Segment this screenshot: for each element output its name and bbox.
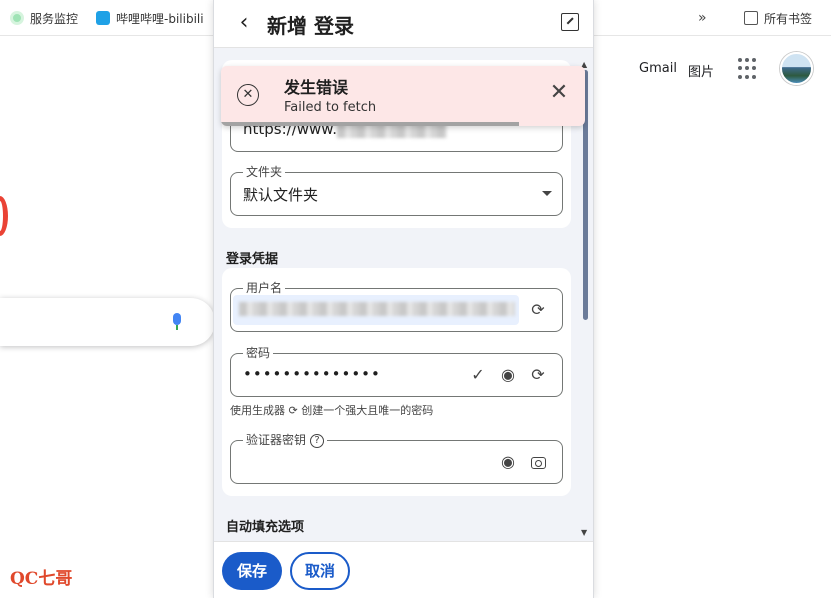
- bilibili-icon: [96, 11, 110, 25]
- images-link[interactable]: 图片: [688, 61, 714, 80]
- toast-progress-bar: [221, 122, 520, 126]
- generate-username-icon[interactable]: ⟳: [528, 300, 548, 320]
- chevron-double-right-icon: »: [698, 10, 707, 26]
- search-box[interactable]: [0, 298, 215, 346]
- bookmark-label: 哔哩哔哩-bilibili: [116, 11, 204, 26]
- toggle-visibility-icon[interactable]: ◉: [498, 365, 518, 385]
- toast-message: Failed to fetch: [284, 100, 377, 115]
- gmail-link[interactable]: Gmail: [639, 61, 677, 76]
- watermark: QC七哥: [10, 569, 73, 589]
- popup-footer: 保存 取消: [214, 541, 593, 598]
- toggle-visibility-icon[interactable]: ◉: [498, 452, 518, 472]
- bookmarks-overflow-button[interactable]: »: [698, 8, 707, 28]
- folder-label: 所有书签: [764, 11, 813, 26]
- page-title: 新增 登录: [267, 14, 354, 38]
- camera-scan-icon[interactable]: [528, 452, 548, 472]
- password-field-label: 密码: [243, 345, 274, 361]
- username-field-label: 用户名: [243, 280, 286, 296]
- back-button[interactable]: ‹: [230, 10, 258, 38]
- save-button[interactable]: 保存: [222, 552, 282, 590]
- check-password-icon[interactable]: ✓: [468, 365, 488, 385]
- folder-select[interactable]: 文件夹 默认文件夹: [230, 164, 563, 216]
- help-icon[interactable]: ?: [310, 433, 325, 448]
- popup-header: ‹ 新增 登录: [214, 0, 593, 48]
- folder-field-label: 文件夹: [243, 164, 286, 180]
- all-bookmarks-folder[interactable]: 所有书签: [744, 8, 812, 28]
- apps-grid-icon[interactable]: [738, 58, 760, 80]
- bookmark-label: 服务监控: [30, 11, 79, 26]
- scroll-down-arrow-icon[interactable]: ▼: [581, 528, 587, 537]
- google-logo-fragment: [0, 196, 8, 236]
- folder-icon: [744, 11, 758, 25]
- totp-field-label: 验证器密钥?: [243, 432, 328, 448]
- cancel-button[interactable]: 取消: [290, 552, 350, 590]
- avatar[interactable]: [780, 52, 813, 85]
- autofill-section-heading: 自动填充选项: [226, 520, 305, 535]
- dropdown-arrow-icon: [542, 191, 552, 196]
- chevron-left-icon: ‹: [239, 10, 249, 35]
- password-field[interactable]: 密码 •••••••••••••• ✓ ◉ ⟳: [230, 345, 563, 397]
- popout-window-icon[interactable]: [561, 13, 579, 31]
- close-icon[interactable]: ✕: [547, 82, 571, 106]
- error-circle-x-icon: ✕: [237, 84, 259, 106]
- password-value: ••••••••••••••: [243, 365, 381, 383]
- folder-value: 默认文件夹: [243, 186, 319, 204]
- totp-field[interactable]: 验证器密钥? ◉: [230, 432, 563, 484]
- username-field[interactable]: 用户名 ⟳: [230, 280, 563, 332]
- credentials-section-heading: 登录凭据: [226, 252, 279, 267]
- redacted-username: [239, 302, 515, 316]
- error-toast: ✕ 发生错误 Failed to fetch ✕: [221, 66, 585, 126]
- toast-title: 发生错误: [284, 78, 349, 97]
- monitor-icon: [10, 11, 24, 25]
- generate-password-icon[interactable]: ⟳: [528, 365, 548, 385]
- microphone-icon[interactable]: [172, 313, 182, 331]
- bookmark-item-bilibili[interactable]: 哔哩哔哩-bilibili: [96, 8, 204, 28]
- bookmark-item-monitor[interactable]: 服务监控: [10, 8, 78, 28]
- generator-hint: 使用生成器 ⟳ 创建一个强大且唯一的密码: [230, 404, 434, 417]
